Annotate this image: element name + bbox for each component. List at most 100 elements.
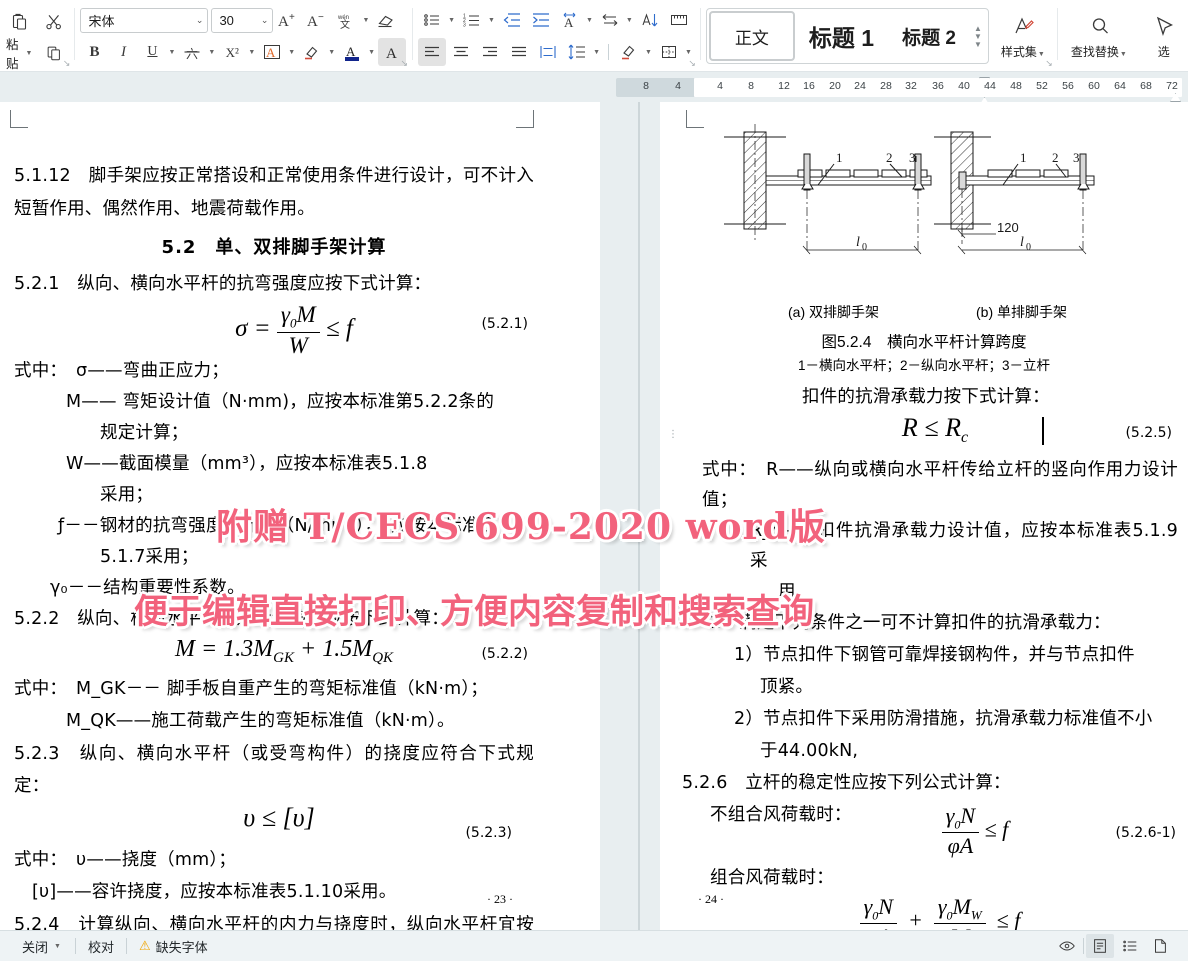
sort-icon[interactable] — [636, 6, 664, 34]
line-spacing-icon[interactable] — [563, 38, 591, 66]
font-dialog-launcher[interactable]: ↘ — [401, 58, 409, 69]
numbered-list-icon[interactable]: 123 — [458, 6, 486, 34]
wps-writer-window: 粘贴 ▼ ↘ 宋体 ⌄ — [0, 0, 1188, 961]
italic-button[interactable]: I — [109, 38, 137, 66]
decrease-font-size-icon[interactable]: A− — [303, 6, 331, 34]
page-left-text[interactable]: 5.1.12 脚手架应按正常搭设和正常使用条件进行设计，可不计入短暂作用、偶然作… — [14, 160, 534, 930]
document-page-left[interactable]: 5.1.12 脚手架应按正常搭设和正常使用条件进行设计，可不计入短暂作用、偶然作… — [0, 102, 600, 930]
highlight-dropdown-caret[interactable]: ▼ — [328, 49, 337, 56]
chevron-down-icon[interactable]: ⌄ — [261, 15, 269, 26]
eye-icon[interactable] — [1053, 934, 1081, 958]
page-view-icon[interactable] — [1086, 934, 1114, 958]
paragraph-dialog-launcher[interactable]: ↘ — [688, 58, 696, 69]
page-right-text[interactable]: 扣件的抗滑承载力按下式计算： R ≤ Rc (5.2.5) 式中： R——纵向或… — [682, 382, 1178, 930]
proofread-label: 校对 — [88, 937, 114, 956]
bulleted-list-icon[interactable] — [418, 6, 446, 34]
borders-icon[interactable] — [655, 38, 683, 66]
asian-layout-dropdown-caret[interactable]: ▼ — [586, 17, 595, 24]
style-item-normal[interactable]: 正文 — [709, 11, 795, 61]
ruler-tick: 36 — [932, 80, 944, 92]
figure-5-2-4: 1 2 3 l 0 — [706, 122, 1146, 322]
paragraph: 于44.00kN, — [682, 736, 1178, 767]
paragraph: 1）节点扣件下钢管可靠焊接钢构件，并与节点扣件 — [682, 640, 1178, 671]
style-label-heading1: 标题 1 — [809, 19, 874, 53]
chevron-down-icon[interactable]: ▼ — [54, 943, 63, 950]
font-color-dropdown-caret[interactable]: ▼ — [368, 49, 377, 56]
text-highlight-icon[interactable] — [298, 38, 326, 66]
search-icon — [1086, 12, 1114, 40]
scroll-up-icon[interactable]: ▲ — [974, 25, 982, 32]
paste-button-label[interactable]: 粘贴 — [6, 34, 19, 72]
superscript-dropdown-caret[interactable]: ▼ — [248, 49, 257, 56]
bold-button[interactable]: B — [80, 38, 108, 66]
line-spacing-dropdown-caret[interactable]: ▼ — [593, 49, 602, 56]
proofread-button[interactable]: 校对 — [76, 935, 126, 957]
document-workspace[interactable]: 5.1.12 脚手架应按正常搭设和正常使用条件进行设计，可不计入短暂作用、偶然作… — [0, 102, 1188, 930]
font-size-input[interactable]: 30 ⌄ — [211, 8, 273, 33]
clear-formatting-icon[interactable] — [372, 6, 400, 34]
style-set-button[interactable]: 样式集▼ — [993, 6, 1055, 66]
outline-view-icon[interactable] — [1116, 934, 1144, 958]
paste-dropdown-caret[interactable]: ▼ — [26, 50, 35, 57]
ruler-tick: 28 — [880, 80, 892, 92]
close-pane-button[interactable]: 关闭 ▼ — [10, 935, 75, 957]
clipboard-dialog-launcher[interactable]: ↘ — [63, 58, 71, 69]
ruler-tick: 8 — [643, 80, 649, 92]
show-formatting-marks-icon[interactable] — [665, 6, 693, 34]
paragraph: 扣件的抗滑承载力按下式计算： — [682, 382, 1178, 412]
bullets-dropdown-caret[interactable]: ▼ — [448, 17, 457, 24]
styles-expand-icon[interactable]: ▼ — [974, 41, 982, 48]
character-border-dropdown-caret[interactable]: ▼ — [288, 49, 297, 56]
margin-corner-mark — [686, 110, 704, 128]
increase-indent-icon[interactable] — [527, 6, 555, 34]
styles-gallery-scroll[interactable]: ▲ ▼ ▼ — [970, 25, 986, 48]
decrease-indent-icon[interactable] — [498, 6, 526, 34]
phonetic-dropdown-caret[interactable]: ▼ — [362, 17, 371, 24]
paragraph: 顶紧。 — [682, 672, 1178, 703]
equation-number: (5.2.5) — [1125, 425, 1172, 441]
style-item-heading1[interactable]: 标题 1 — [795, 11, 888, 61]
missing-font-button[interactable]: ⚠ 缺失字体 — [127, 935, 220, 957]
document-page-right[interactable]: 1 2 3 l 0 — [660, 102, 1188, 930]
align-center-icon[interactable] — [447, 38, 475, 66]
shading-icon[interactable] — [615, 38, 643, 66]
status-view-controls — [1053, 934, 1178, 958]
scissors-icon[interactable] — [40, 8, 68, 36]
paragraph: 2 满足下列条件之一可不计算扣件的抗滑承载力： — [682, 608, 1178, 639]
comment-marker-dots[interactable]: ⋮ — [668, 432, 678, 437]
web-view-icon[interactable] — [1146, 934, 1174, 958]
shading-dropdown-caret[interactable]: ▼ — [645, 49, 654, 56]
equation-number: (5.2.2) — [481, 646, 528, 662]
missing-font-label: 缺失字体 — [156, 937, 208, 956]
text-direction-icon[interactable] — [596, 6, 624, 34]
underline-dropdown-caret[interactable]: ▼ — [168, 49, 177, 56]
distribute-icon[interactable] — [534, 38, 562, 66]
select-button[interactable]: 选 — [1137, 6, 1188, 66]
strikethrough-icon[interactable]: 六 — [178, 38, 206, 66]
chevron-down-icon[interactable]: ⌄ — [196, 15, 204, 26]
character-border-icon[interactable]: A — [258, 38, 286, 66]
scroll-down-icon[interactable]: ▼ — [974, 33, 982, 40]
align-left-icon[interactable] — [418, 38, 446, 66]
styles-gallery[interactable]: 正文 标题 1 标题 2 ▲ ▼ ▼ — [706, 8, 989, 64]
horizontal-ruler[interactable]: 8 4 4 8 12 16 20 24 28 32 36 40 44 48 52… — [616, 78, 1182, 97]
paragraph: 用。 — [682, 577, 1178, 607]
underline-button[interactable]: U — [138, 38, 166, 66]
strikethrough-dropdown-caret[interactable]: ▼ — [208, 49, 217, 56]
increase-font-size-icon[interactable]: A+ — [274, 6, 302, 34]
font-color-icon[interactable]: A — [338, 38, 366, 66]
styles-dialog-launcher[interactable]: ↘ — [1045, 58, 1053, 69]
numbering-dropdown-caret[interactable]: ▼ — [488, 17, 497, 24]
justify-icon[interactable] — [505, 38, 533, 66]
clipboard-icon[interactable] — [6, 8, 34, 36]
svg-text:A: A — [346, 44, 356, 59]
font-family-input[interactable]: 宋体 ⌄ — [80, 8, 208, 33]
text-direction-dropdown-caret[interactable]: ▼ — [626, 17, 635, 24]
borders-dropdown-caret[interactable]: ▼ — [685, 49, 694, 56]
style-item-heading2[interactable]: 标题 2 — [888, 11, 970, 61]
align-right-icon[interactable] — [476, 38, 504, 66]
asian-layout-icon[interactable]: A — [556, 6, 584, 34]
find-replace-button[interactable]: 查找替换▼ — [1063, 6, 1137, 66]
superscript-button[interactable]: X² — [218, 38, 246, 66]
phonetic-guide-icon[interactable]: wén文 — [332, 6, 360, 34]
